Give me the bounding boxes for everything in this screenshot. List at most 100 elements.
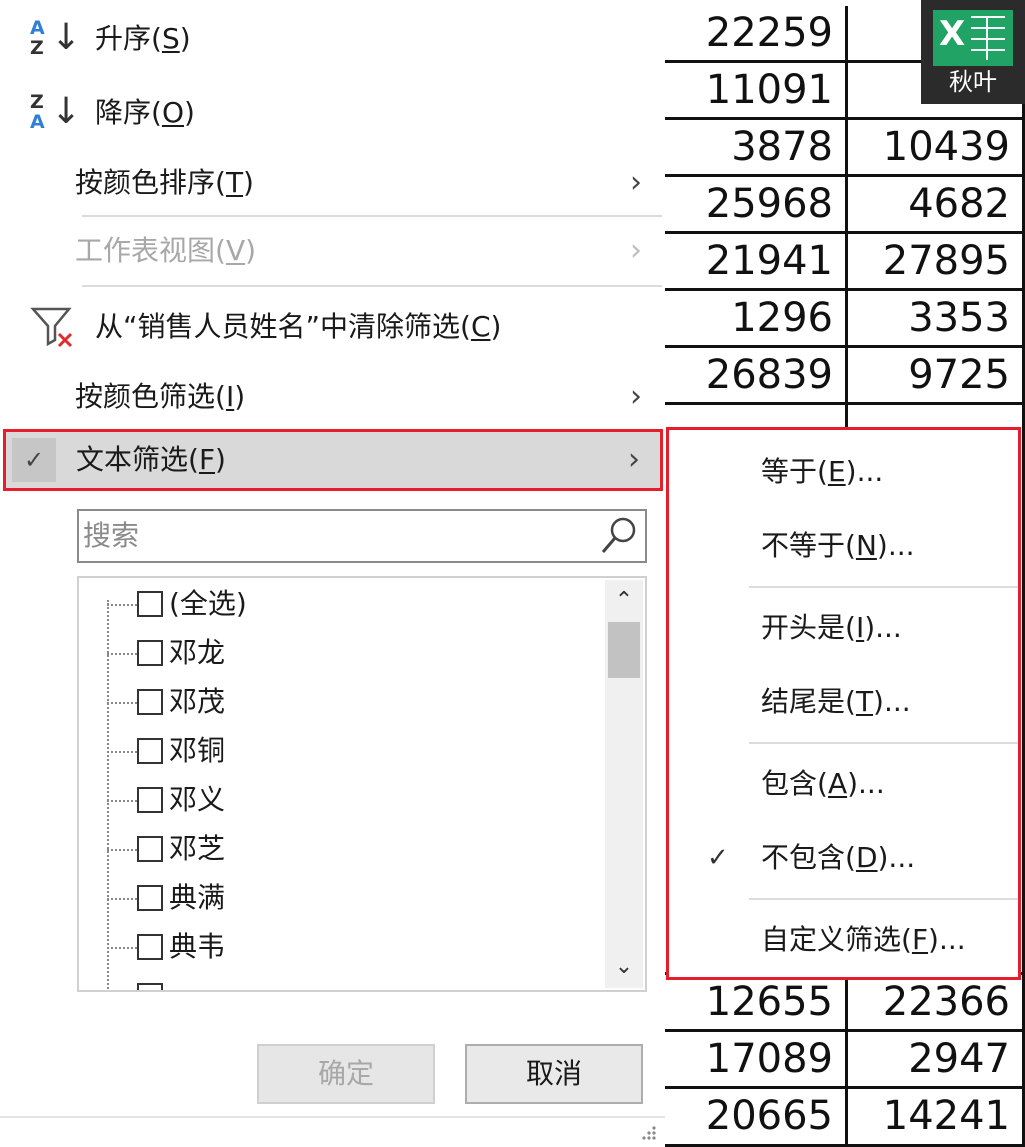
chevron-right-icon: › — [630, 233, 642, 268]
search-input[interactable]: 搜索 — [77, 509, 647, 563]
list-item[interactable]: 邓龙 — [107, 629, 587, 679]
vertical-scrollbar[interactable]: ⌃ ⌄ — [605, 580, 643, 988]
cell[interactable]: 4682 — [848, 177, 1025, 234]
menu-divider — [82, 215, 662, 217]
ok-button[interactable]: 确定 — [257, 1044, 435, 1104]
submenu-item-begins-with[interactable]: 开头是(I)... — [669, 598, 1018, 658]
sheet-grid-icon — [971, 16, 1005, 60]
checkmark-icon: ✓ — [12, 438, 56, 482]
list-item[interactable]: 典满 — [107, 874, 587, 924]
menu-divider — [82, 285, 662, 287]
list-item[interactable]: 邓义 — [107, 776, 587, 826]
checkbox[interactable] — [137, 934, 163, 960]
cell-value: 3353 — [908, 295, 1010, 341]
scroll-down-icon[interactable]: ⌄ — [605, 950, 643, 984]
cell-value: 20665 — [705, 1093, 833, 1139]
cell[interactable]: 3878 — [665, 120, 848, 177]
list-item-label: (全选) — [169, 587, 247, 620]
submenu-item-label: 开头是(I)... — [761, 611, 902, 644]
cell-value: 4682 — [908, 181, 1010, 227]
submenu-item-custom-filter[interactable]: 自定义筛选(F)... — [669, 910, 1018, 970]
cell[interactable]: 11091 — [665, 63, 848, 120]
cell[interactable]: 1296 — [665, 291, 848, 348]
menu-divider — [749, 742, 1018, 744]
clear-filter-item[interactable]: 从“销售人员姓名”中清除筛选(C) — [0, 296, 665, 358]
list-item[interactable]: 邓芝 — [107, 825, 587, 875]
checkbox[interactable] — [137, 689, 163, 715]
checkbox[interactable] — [137, 787, 163, 813]
cell-value: 1296 — [731, 295, 833, 341]
submenu-item-contains[interactable]: 包含(A)... — [669, 754, 1018, 814]
list-item-label: 邓芝 — [169, 832, 226, 865]
menu-divider — [749, 898, 1018, 900]
sort-icon-letter: Z — [30, 91, 44, 113]
submenu-item-does-not-contain[interactable]: ✓ 不包含(D)... — [669, 828, 1018, 888]
submenu-item-label: 自定义筛选(F)... — [761, 923, 966, 956]
checkbox[interactable] — [137, 738, 163, 764]
list-item-partial — [107, 972, 587, 990]
checkbox[interactable] — [137, 640, 163, 666]
sort-by-color-item[interactable]: 按颜色排序(T) › — [0, 152, 665, 214]
cell-value: 27895 — [882, 238, 1010, 284]
cell[interactable]: 3353 — [848, 291, 1025, 348]
list-item-label: 邓茂 — [169, 685, 226, 718]
menu-item-label: 从“销售人员姓名”中清除筛选(C) — [95, 310, 502, 343]
submenu-item-ends-with[interactable]: 结尾是(T)... — [669, 672, 1018, 732]
resize-grip-icon[interactable] — [638, 1122, 658, 1142]
submenu-item-label: 不等于(N)... — [761, 529, 915, 562]
menu-item-label: 按颜色筛选(I) — [75, 380, 246, 413]
cell-value: 11091 — [705, 67, 833, 113]
sort-ascending-item[interactable]: A Z ↓ 升序(S) — [0, 8, 665, 70]
cell[interactable]: 10439 — [848, 120, 1025, 177]
tree-dots — [107, 898, 137, 900]
scroll-up-icon[interactable]: ⌃ — [605, 584, 643, 618]
cell[interactable]: 17089 — [665, 1032, 848, 1089]
text-filter-item[interactable]: ✓ 文本筛选(F) › — [3, 429, 663, 491]
sort-ascending-icon: A Z ↓ — [30, 18, 81, 62]
chevron-right-icon: › — [630, 165, 642, 200]
cell-value: 12655 — [705, 979, 833, 1025]
cell[interactable]: 21941 — [665, 234, 848, 291]
logo-brand-name: 秋叶 — [949, 68, 997, 96]
search-placeholder: 搜索 — [83, 519, 140, 552]
list-item-select-all[interactable]: (全选) — [107, 580, 587, 630]
filter-value-list[interactable]: (全选) 邓龙 邓茂 邓铜 邓义 邓芝 典满 典韦 ⌃ ⌄ — [77, 576, 647, 992]
list-item-label: 邓义 — [169, 783, 226, 816]
menu-item-label: 升序(S) — [95, 22, 191, 55]
cell[interactable]: 25968 — [665, 177, 848, 234]
cancel-button[interactable]: 取消 — [465, 1044, 643, 1104]
menu-divider — [0, 1116, 665, 1118]
autofilter-menu: A Z ↓ 升序(S) Z A ↓ 降序(O) 按颜色排序(T) › 工作表视图… — [0, 0, 665, 1147]
cell-value: 2947 — [908, 1036, 1010, 1082]
sort-descending-item[interactable]: Z A ↓ 降序(O) — [0, 82, 665, 144]
cell-value: 3878 — [731, 124, 833, 170]
cell[interactable]: 20665 — [665, 1089, 848, 1147]
cell[interactable]: 26839 — [665, 348, 848, 405]
list-item[interactable]: 典韦 — [107, 923, 587, 973]
text-filter-submenu: 等于(E)... 不等于(N)... 开头是(I)... 结尾是(T)... 包… — [666, 427, 1021, 980]
cell[interactable]: 9725 — [848, 348, 1025, 405]
menu-divider — [749, 586, 1018, 588]
cell[interactable]: 27895 — [848, 234, 1025, 291]
list-item[interactable]: 邓茂 — [107, 678, 587, 728]
checkbox[interactable] — [137, 836, 163, 862]
list-item-label: 邓龙 — [169, 636, 226, 669]
checkmark-icon: ✓ — [707, 843, 729, 873]
submenu-item-equals[interactable]: 等于(E)... — [669, 442, 1018, 502]
filter-by-color-item[interactable]: 按颜色筛选(I) › — [0, 366, 665, 428]
cell[interactable]: 22366 — [848, 975, 1025, 1032]
sort-icon-letter: Z — [30, 37, 44, 59]
list-item[interactable]: 邓铜 — [107, 727, 587, 777]
cell-value: 9725 — [908, 352, 1010, 398]
cell-value: 14241 — [882, 1093, 1010, 1139]
cell[interactable]: 12655 — [665, 975, 848, 1032]
cell-value: 21941 — [705, 238, 833, 284]
cell[interactable]: 22259 — [665, 6, 848, 63]
scroll-thumb[interactable] — [608, 622, 640, 678]
submenu-item-not-equals[interactable]: 不等于(N)... — [669, 516, 1018, 576]
cell[interactable]: 2947 — [848, 1032, 1025, 1089]
tree-dots — [107, 604, 137, 606]
cell[interactable]: 14241 — [848, 1089, 1025, 1147]
checkbox[interactable] — [137, 885, 163, 911]
checkbox[interactable] — [137, 591, 163, 617]
